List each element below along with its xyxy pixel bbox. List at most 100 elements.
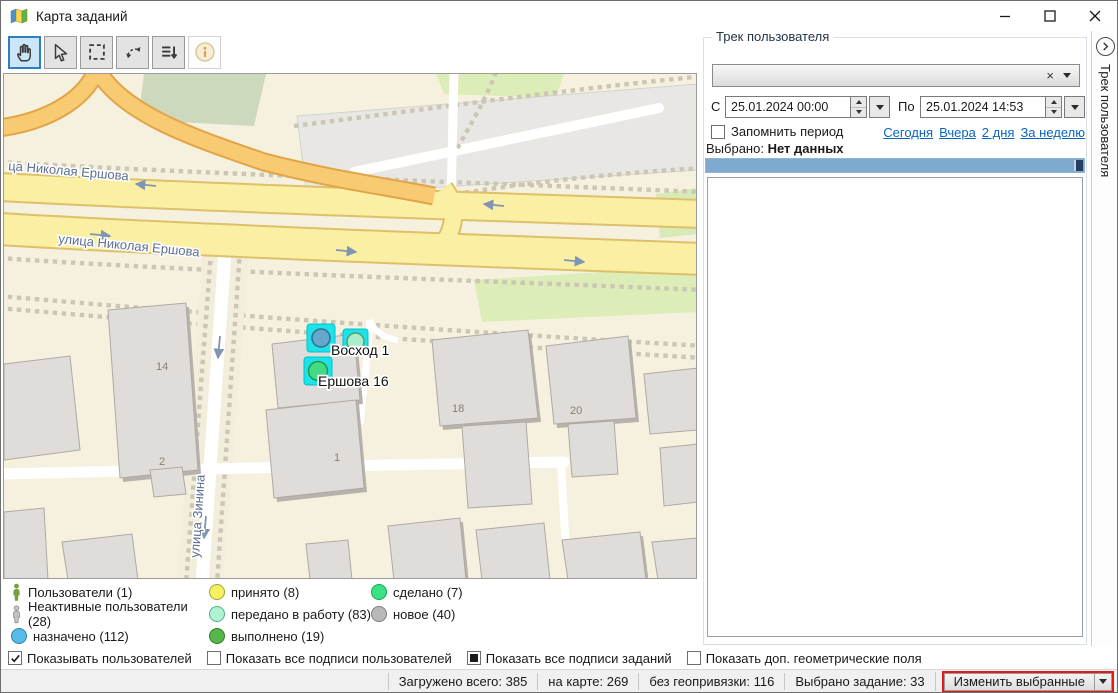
show-user-labels-checkbox[interactable]: Показать все подписи пользователей — [207, 651, 452, 666]
spin-down-icon — [856, 110, 862, 114]
display-options: Показывать пользователей Показать все по… — [1, 647, 1118, 669]
edit-selected-dropdown[interactable] — [1094, 673, 1112, 691]
info-button[interactable] — [188, 36, 221, 69]
status-separator — [935, 672, 936, 691]
legend-label: передано в работу (83) — [231, 607, 371, 622]
status-circle-icon — [209, 584, 225, 600]
from-date-spinner[interactable] — [850, 97, 866, 117]
building-number: 1 — [334, 452, 340, 464]
map-canvas[interactable]: 14 2 1 18 20 ца Николая Ершова улица Ник… — [3, 73, 697, 579]
legend-item: передано в работу (83) — [209, 606, 371, 622]
to-date-spinner[interactable] — [1045, 97, 1061, 117]
link-yesterday[interactable]: Вчера — [939, 125, 976, 140]
map-legend: Пользователи (1) Неактивные пользователи… — [5, 581, 605, 647]
status-no-geo: без геопривязки: 116 — [638, 673, 784, 690]
legend-label: выполнено (19) — [231, 629, 324, 644]
side-tab-label: Трек пользователя — [1098, 64, 1113, 177]
to-date-dropdown[interactable] — [1064, 96, 1085, 118]
link-2-days[interactable]: 2 дня — [982, 125, 1015, 140]
clear-icon[interactable]: × — [1039, 69, 1061, 82]
select-cursor-button[interactable] — [44, 36, 77, 69]
selected-value: Нет данных — [768, 141, 844, 156]
chevron-down-icon — [1071, 105, 1079, 110]
track-time-slider[interactable] — [705, 158, 1085, 173]
from-date-value: 25.01.2024 00:00 — [726, 97, 850, 117]
map-toolbar — [1, 31, 698, 73]
side-tab-user-track[interactable]: Трек пользователя — [1091, 31, 1118, 646]
close-button[interactable] — [1072, 1, 1117, 31]
status-total-loaded: Загружено всего: 385 — [388, 673, 538, 690]
hand-icon — [17, 45, 29, 61]
checkbox-label: Показывать пользователей — [27, 651, 192, 666]
task-marker[interactable] — [312, 329, 330, 347]
map-window-icon — [10, 7, 28, 25]
user-select-combobox[interactable]: × — [712, 64, 1080, 87]
legend-item: принято (8) — [209, 584, 371, 600]
show-task-labels-checkbox[interactable]: Показать все подписи заданий — [467, 651, 672, 666]
period-options-row: Запомнить период Сегодня Вчера 2 дня За … — [704, 124, 1088, 141]
status-bar: Загружено всего: 385 на карте: 269 без г… — [1, 669, 1118, 693]
period-row: С 25.01.2024 00:00 По 25.01.2024 14:53 — [704, 96, 1088, 118]
legend-item: выполнено (19) — [209, 628, 371, 644]
building-number: 14 — [156, 361, 168, 373]
task-marker-label: Восход 1 — [331, 342, 390, 358]
map-base — [4, 74, 697, 579]
checkbox-label: Показать доп. геометрические поля — [706, 651, 922, 666]
link-today[interactable]: Сегодня — [883, 125, 933, 140]
checkbox-unchecked-icon — [207, 651, 221, 665]
link-week[interactable]: За неделю — [1020, 125, 1085, 140]
edit-selected-button[interactable]: Изменить выбранные — [944, 673, 1094, 691]
show-users-checkbox[interactable]: Показывать пользователей — [8, 651, 192, 666]
pan-hand-button[interactable] — [8, 36, 41, 69]
building-number: 18 — [452, 403, 464, 415]
checkbox-label: Запомнить период — [731, 124, 843, 139]
status-circle-icon — [371, 584, 387, 600]
task-marker-label: Ершова 16 — [318, 373, 389, 389]
building-number: 20 — [570, 405, 582, 417]
checkbox-unchecked-icon — [687, 651, 701, 665]
legend-label: сделано (7) — [393, 585, 463, 600]
selected-label: Выбрано: — [706, 141, 764, 156]
to-date-field[interactable]: 25.01.2024 14:53 — [920, 96, 1062, 118]
legend-label: Неактивные пользователи (28) — [28, 599, 209, 629]
remember-period-checkbox[interactable]: Запомнить период — [711, 124, 843, 139]
to-label: По — [898, 99, 915, 114]
show-geometry-fields-checkbox[interactable]: Показать доп. геометрические поля — [687, 651, 922, 666]
status-on-map: на карте: 269 — [537, 673, 638, 690]
building-number: 2 — [159, 456, 165, 468]
from-label: С — [711, 99, 720, 114]
legend-item: Неактивные пользователи (28) — [11, 599, 209, 629]
checkbox-indeterminate-icon — [467, 651, 481, 665]
minimize-button[interactable] — [982, 1, 1027, 31]
dashed-rectangle-icon — [90, 45, 104, 59]
to-date-value: 25.01.2024 14:53 — [921, 97, 1045, 117]
title-bar: Карта заданий — [1, 1, 1117, 31]
legend-item: назначено (112) — [11, 628, 209, 644]
maximize-button[interactable] — [1027, 1, 1072, 31]
status-circle-icon — [371, 606, 387, 622]
slider-thumb[interactable] — [1074, 160, 1083, 171]
chevron-down-icon — [876, 105, 884, 110]
status-circle-icon — [209, 628, 225, 644]
from-date-dropdown[interactable] — [869, 96, 890, 118]
checkbox-label: Показать все подписи заданий — [486, 651, 672, 666]
polygon-select-button[interactable] — [116, 36, 149, 69]
legend-label: новое (40) — [393, 607, 455, 622]
from-date-field[interactable]: 25.01.2024 00:00 — [725, 96, 867, 118]
window-title: Карта заданий — [36, 9, 128, 24]
list-order-button[interactable] — [152, 36, 185, 69]
curved-arrows-icon — [128, 49, 138, 55]
highlight-box: Изменить выбранные — [942, 671, 1114, 693]
status-circle-icon — [11, 628, 27, 644]
checkbox-label: Показать все подписи пользователей — [226, 651, 452, 666]
status-circle-icon — [209, 606, 225, 622]
chevron-down-icon[interactable] — [1061, 73, 1079, 78]
track-points-list[interactable] — [707, 177, 1083, 637]
quick-period-links: Сегодня Вчера 2 дня За неделю — [883, 125, 1085, 140]
expand-arrow-icon[interactable] — [1096, 37, 1115, 56]
spin-up-icon — [856, 100, 862, 104]
rectangle-select-button[interactable] — [80, 36, 113, 69]
task-map-window: Карта заданий — [0, 0, 1118, 693]
checkbox-unchecked-icon — [711, 125, 725, 139]
panel-title: Трек пользователя — [712, 29, 833, 44]
